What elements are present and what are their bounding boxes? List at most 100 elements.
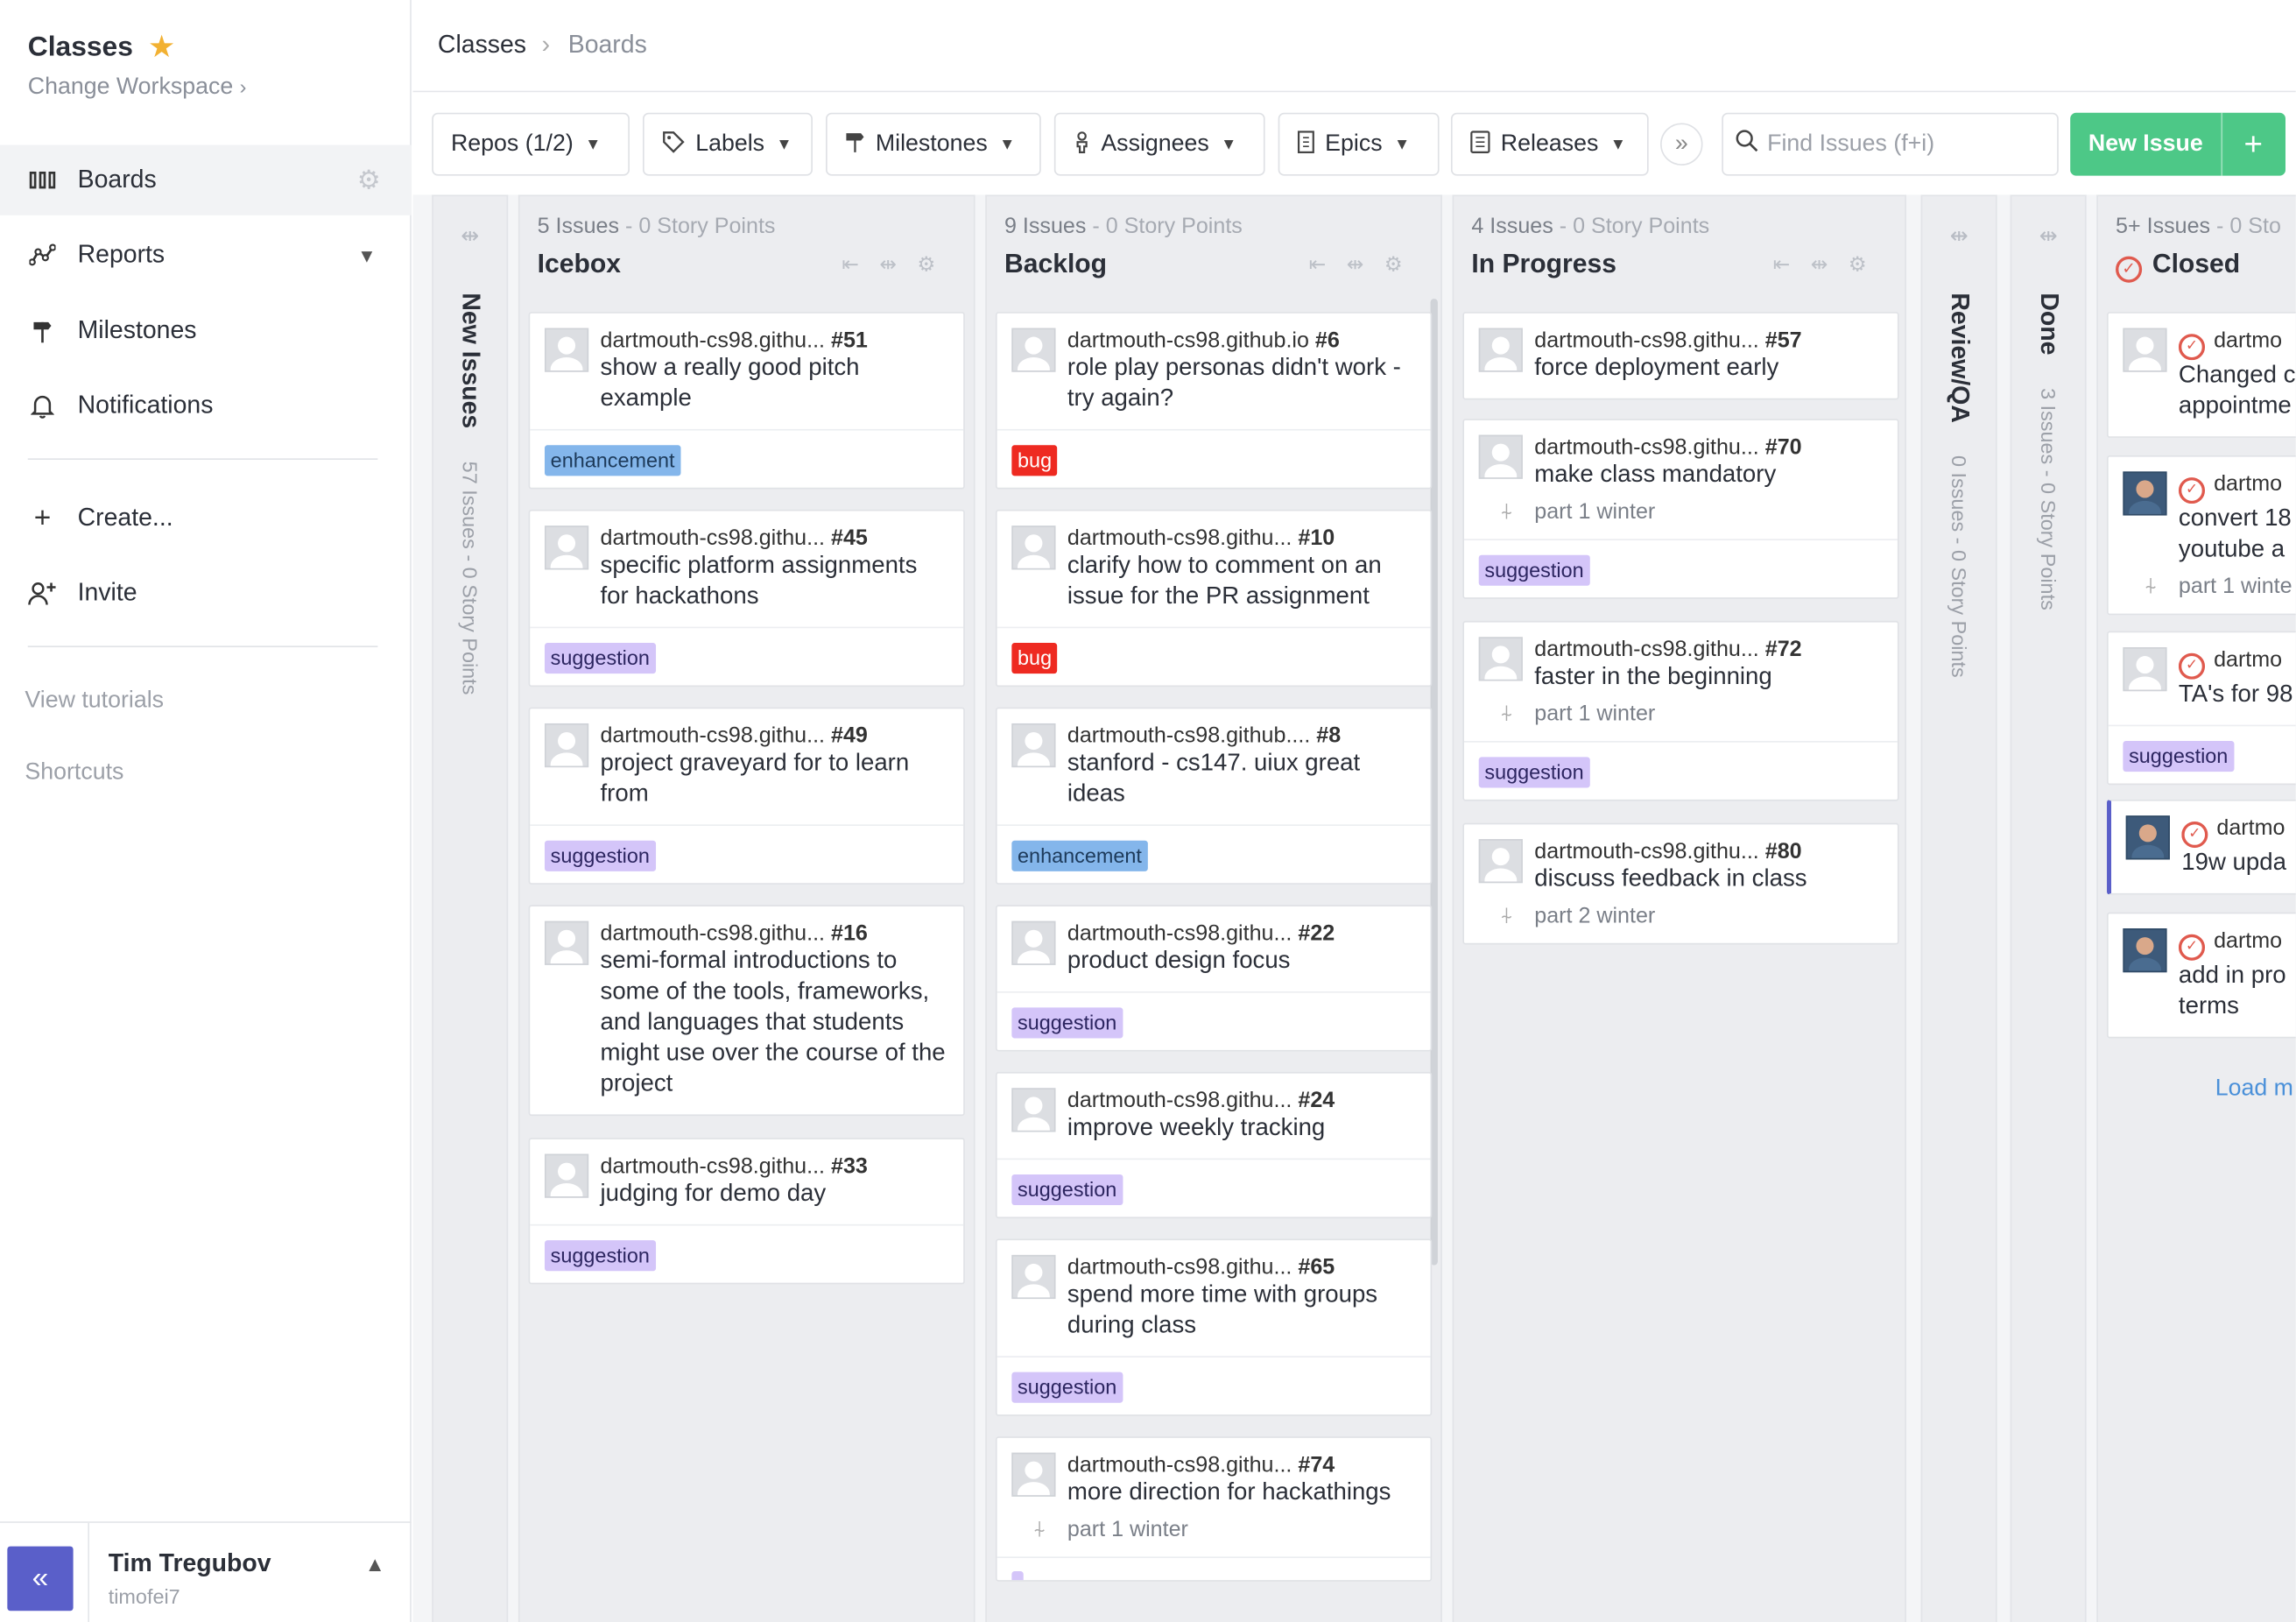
issue-card[interactable]: dartmouth-cs98.githu... #57 force deploy… [1462, 312, 1899, 400]
avatar [1011, 723, 1056, 768]
label-bug[interactable]: bug [1011, 445, 1058, 476]
label-suggestion[interactable]: suggestion [544, 1240, 656, 1272]
more-filters-button[interactable]: » [1660, 123, 1703, 166]
label-suggestion[interactable]: suggestion [1011, 1174, 1123, 1206]
expand-icon[interactable]: ⇹ [433, 222, 507, 249]
issue-milestone: ⍭ part 1 winter [1500, 702, 1883, 726]
pipeline-count: 57 Issues - 0 Story Points [458, 461, 482, 695]
workspace-title[interactable]: Classes [28, 32, 133, 65]
star-icon[interactable]: ★ [148, 29, 175, 66]
issue-card[interactable]: ✓ dartmo convert 18 youtube a ⍭ part 1 win… [2107, 455, 2296, 616]
chevron-down-icon: ▼ [1221, 135, 1237, 153]
repos-filter-button[interactable]: Repos (1/2) ▼ [432, 112, 630, 176]
epics-filter-button[interactable]: Epics ▼ [1278, 112, 1440, 176]
issue-card[interactable]: ✓ dartmo 19w upda [2107, 799, 2296, 895]
milestone-icon: ⍭ [1499, 499, 1514, 525]
view-tutorials-link[interactable]: View tutorials [25, 688, 164, 715]
issue-card[interactable]: ✓ dartmo Changed c appointme [2107, 312, 2296, 438]
sidebar-item-label: Milestones [77, 316, 197, 344]
label-enhancement[interactable]: enhancement [1011, 840, 1148, 871]
pipeline-meta: 5 Issues - 0 Story Points [537, 214, 776, 239]
issue-card[interactable]: dartmouth-cs98.github.io #6 role play pe… [995, 312, 1433, 490]
closed-issue-icon: ✓ [2178, 334, 2206, 361]
plus-icon: + [33, 501, 52, 534]
label-suggestion[interactable]: suggestion [544, 643, 656, 674]
expand-icon[interactable]: ⇹ [1922, 222, 1996, 249]
user-handle: timofei7 [108, 1584, 180, 1608]
label-suggestion[interactable]: suggestion [1011, 1007, 1123, 1039]
pipeline-review-qa[interactable]: ⇹ Review/QA 0 Issues - 0 Story Points [1920, 194, 1997, 1622]
label-suggestion[interactable]: suggestion [1011, 1372, 1123, 1403]
sidebar-item-label: Boards [77, 165, 157, 194]
release-icon [1470, 130, 1490, 159]
label-suggestion[interactable]: suggestion [2123, 741, 2235, 772]
issue-card[interactable]: ✓ dartmo TA's for 98 suggestion [2107, 631, 2296, 786]
issue-card[interactable]: dartmouth-cs98.githu... #72 faster in th… [1462, 620, 1899, 801]
issue-card[interactable]: dartmouth-cs98.githu... #65 spend more t… [995, 1238, 1433, 1416]
releases-filter-button[interactable]: Releases ▼ [1450, 112, 1649, 176]
sidebar-item-boards[interactable]: Boards ⚙ [0, 145, 412, 215]
closed-issue-icon: ✓ [2116, 256, 2143, 283]
shortcuts-link[interactable]: Shortcuts [25, 760, 123, 786]
pipeline-in-progress: 4 Issues - 0 Story Points In Progress ⇤⇹… [1452, 194, 1906, 1622]
issue-title: improve weekly tracking [1067, 1114, 1326, 1141]
issue-title: TA's for 98 [2178, 681, 2293, 708]
issue-card[interactable]: dartmouth-cs98.githu... #22 product desi… [995, 905, 1433, 1052]
pipeline-new-issues[interactable]: ⇹ New Issues 57 Issues - 0 Story Points [432, 194, 509, 1622]
milestone-icon: ⍭ [1499, 701, 1514, 727]
pipeline-title: New Issues [456, 293, 485, 429]
milestones-filter-button[interactable]: Milestones ▼ [826, 112, 1041, 176]
load-more-link[interactable]: Load m [2215, 1076, 2293, 1103]
issue-card[interactable]: dartmouth-cs98.githu... #80 discuss feed… [1462, 822, 1899, 945]
change-workspace-link[interactable]: Change Workspace › [28, 74, 247, 101]
label-suggestion[interactable] [1011, 1571, 1024, 1581]
label-suggestion[interactable]: suggestion [544, 840, 656, 871]
label-suggestion[interactable]: suggestion [1478, 757, 1590, 788]
issue-title: more direction for hackathings [1067, 1478, 1391, 1506]
assignees-filter-button[interactable]: Assignees ▼ [1053, 112, 1265, 176]
issue-card[interactable]: dartmouth-cs98.githu... #24 improve week… [995, 1071, 1433, 1219]
user-name[interactable]: Tim Tregubov [109, 1549, 271, 1578]
issue-card[interactable]: dartmouth-cs98.githu... #49 project grav… [528, 707, 965, 885]
sidebar-item-reports[interactable]: Reports ▼ [0, 220, 412, 290]
milestone-icon [845, 130, 865, 159]
gear-icon[interactable]: ⚙ [357, 165, 381, 195]
pipeline-actions[interactable]: ⇤⇹⚙ [1773, 252, 1887, 277]
pipeline-actions[interactable]: ⇤⇹⚙ [842, 252, 955, 277]
pipeline-done[interactable]: ⇹ Done 3 Issues - 0 Story Points [2010, 194, 2087, 1622]
new-issue-button[interactable]: New Issue + [2070, 112, 2285, 176]
issue-card[interactable]: dartmouth-cs98.githu... #74 more directi… [995, 1436, 1433, 1582]
pipeline-actions[interactable]: ⇤⇹⚙ [1309, 252, 1423, 277]
label-bug[interactable]: bug [1011, 643, 1058, 674]
sidebar-item-notifications[interactable]: Notifications [0, 370, 412, 441]
issue-card[interactable]: dartmouth-cs98.githu... #70 make class m… [1462, 419, 1899, 599]
issue-card[interactable]: dartmouth-cs98.githu... #45 specific pla… [528, 509, 965, 688]
issue-card[interactable]: dartmouth-cs98.githu... #10 clarify how … [995, 509, 1433, 688]
sidebar-item-create[interactable]: + Create... [0, 483, 412, 554]
collapse-sidebar-button[interactable]: « [7, 1546, 74, 1611]
avatar [1478, 328, 1523, 372]
labels-filter-button[interactable]: Labels ▼ [643, 112, 813, 176]
sidebar-item-milestones[interactable]: Milestones [0, 296, 412, 366]
expand-icon: ⇹ [879, 251, 918, 276]
chevron-up-icon[interactable]: ▲ [365, 1552, 385, 1576]
issue-card[interactable]: dartmouth-cs98.githu... #16 semi-formal … [528, 905, 965, 1117]
label-enhancement[interactable]: enhancement [544, 445, 681, 476]
chevron-down-icon[interactable]: ▼ [357, 243, 377, 265]
issue-card[interactable]: dartmouth-cs98.github.... #8 stanford - … [995, 707, 1433, 885]
label-suggestion[interactable]: suggestion [1478, 554, 1590, 586]
breadcrumb-classes[interactable]: Classes [438, 31, 526, 60]
avatar [2123, 647, 2167, 692]
issue-milestone: ⍭ part 1 winter [1500, 499, 1883, 524]
header: Classes › Boards [412, 0, 2296, 93]
search-input[interactable]: Find Issues (f+i) [1722, 112, 2059, 176]
epic-icon [1297, 130, 1314, 159]
sidebar-item-invite[interactable]: Invite [0, 558, 412, 628]
milestone-icon: ⍭ [2144, 574, 2158, 599]
milestone-icon: ⍭ [1499, 903, 1514, 929]
issue-card[interactable]: dartmouth-cs98.githu... #33 judging for … [528, 1138, 965, 1285]
issue-card[interactable]: dartmouth-cs98.githu... #51 show a reall… [528, 312, 965, 490]
expand-icon[interactable]: ⇹ [2011, 222, 2085, 249]
new-issue-menu-button[interactable]: + [2221, 112, 2284, 176]
issue-card[interactable]: ✓ dartmo add in pro terms [2107, 912, 2296, 1039]
